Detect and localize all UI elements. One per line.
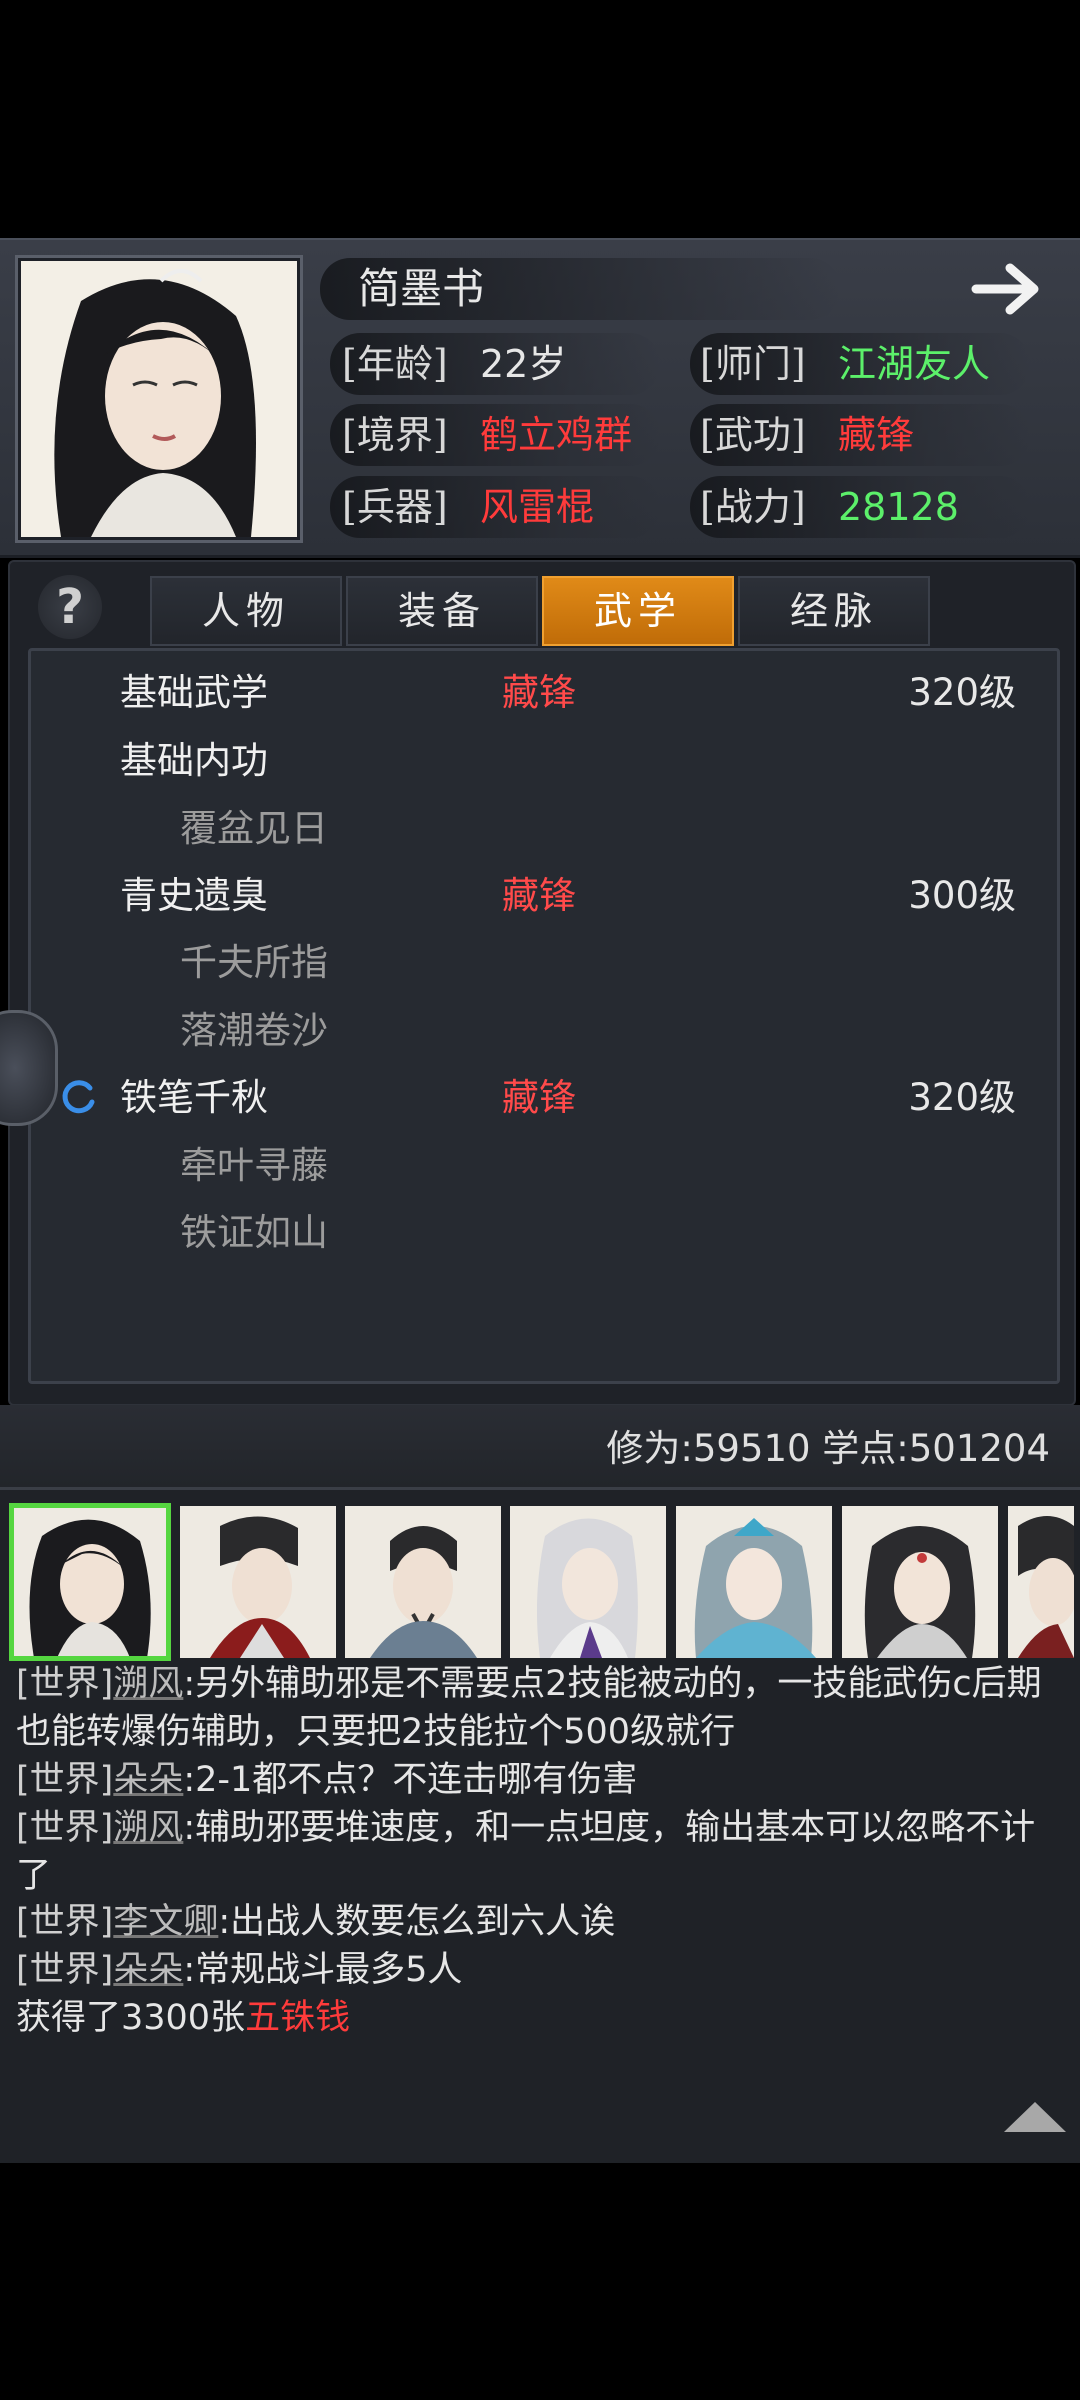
sub-skill-name[interactable]: 覆盆见日 xyxy=(180,796,328,862)
party-avatar[interactable] xyxy=(676,1506,832,1658)
character-portrait xyxy=(18,258,300,540)
sub-skill-name[interactable]: 落潮卷沙 xyxy=(180,998,328,1064)
sect-value: 江湖友人 xyxy=(838,342,991,386)
age-label: [年龄] xyxy=(342,342,448,386)
power-value: 28128 xyxy=(838,485,959,529)
collapse-chat-icon[interactable] xyxy=(1000,2096,1070,2136)
tab-meridians[interactable]: 经脉 xyxy=(738,576,930,646)
chat-message: [世界]李文卿:出战人数要怎么到六人诶 xyxy=(16,1898,1066,1946)
chat-channel: [世界] xyxy=(16,1760,114,1800)
character-name: 简墨书 xyxy=(358,264,485,313)
chat-text: :出战人数要怎么到六人诶 xyxy=(218,1902,616,1942)
chat-message: [世界]溯风:另外辅助邪是不需要点2技能被动的，一技能武伤c后期也能转爆伤辅助，… xyxy=(16,1660,1066,1756)
sub-skill-name[interactable]: 铁证如山 xyxy=(180,1200,328,1266)
party-avatar[interactable] xyxy=(1008,1506,1074,1658)
chat-message: [世界]朵朵:2-1都不点？不连击哪有伤害 xyxy=(16,1756,1066,1804)
realm-label: [境界] xyxy=(342,413,448,457)
loading-icon xyxy=(62,1080,95,1114)
skill-row-name[interactable]: 基础内功 xyxy=(120,728,268,794)
skill-row-name[interactable]: 青史遗臭 xyxy=(120,863,268,929)
chat-text: :2-1都不点？不连击哪有伤害 xyxy=(183,1760,638,1800)
power-label: [战力] xyxy=(700,485,806,529)
party-avatar[interactable] xyxy=(180,1506,336,1658)
age-value: 22岁 xyxy=(480,342,567,386)
next-character-arrow-icon[interactable] xyxy=(970,258,1046,320)
sect-label: [师门] xyxy=(700,342,806,386)
chat-channel: [世界] xyxy=(16,1664,114,1704)
skill-row-style: 藏锋 xyxy=(502,874,576,917)
cultivation-points-text: 修为:59510 学点:501204 xyxy=(606,1427,1050,1470)
skill-row-name[interactable]: 铁笔千秋 xyxy=(120,1065,268,1131)
chat-message: [世界]朵朵:常规战斗最多5人 xyxy=(16,1946,1066,1994)
reward-item[interactable]: 五铢钱 xyxy=(245,1998,350,2038)
realm-value: 鹤立鸡群 xyxy=(480,413,633,457)
tab-character[interactable]: 人物 xyxy=(150,576,342,646)
sub-skill-name[interactable]: 千夫所指 xyxy=(180,930,328,996)
chat-channel: [世界] xyxy=(16,1808,114,1848)
skill-row-style: 藏锋 xyxy=(502,671,576,714)
side-drawer-handle[interactable] xyxy=(0,1010,58,1126)
system-reward-message: 获得了3300张五铢钱 xyxy=(16,1994,1066,2042)
chat-username[interactable]: 李文卿 xyxy=(113,1902,218,1942)
chat-text: :常规战斗最多5人 xyxy=(183,1950,463,1990)
chat-message: [世界]溯风:辅助邪要堆速度，和一点坦度，输出基本可以忽略不计了 xyxy=(16,1804,1066,1900)
weapon-value: 风雷棍 xyxy=(480,485,595,529)
party-avatar[interactable] xyxy=(345,1506,501,1658)
skill-row-name[interactable]: 基础武学 xyxy=(120,660,268,726)
weapon-label: [兵器] xyxy=(342,485,448,529)
chat-username[interactable]: 溯风 xyxy=(113,1664,183,1704)
chat-channel: [世界] xyxy=(16,1902,114,1942)
martial-label: [武功] xyxy=(700,413,806,457)
tab-equipment[interactable]: 装备 xyxy=(346,576,538,646)
help-button[interactable]: ? xyxy=(38,575,102,639)
tab-martial-arts[interactable]: 武学 xyxy=(542,576,734,646)
chat-channel: [世界] xyxy=(16,1950,114,1990)
skill-row-level: 300级 xyxy=(908,874,1016,917)
party-avatar[interactable] xyxy=(510,1506,666,1658)
party-avatar[interactable] xyxy=(9,1503,171,1661)
chat-username[interactable]: 溯风 xyxy=(113,1808,183,1848)
chat-username[interactable]: 朵朵 xyxy=(113,1760,183,1800)
chat-username[interactable]: 朵朵 xyxy=(113,1950,183,1990)
reward-prefix: 获得了3300张 xyxy=(16,1998,246,2038)
skill-row-style: 藏锋 xyxy=(502,1076,576,1119)
sub-skill-name[interactable]: 牵叶寻藤 xyxy=(180,1133,328,1199)
martial-value: 藏锋 xyxy=(838,413,915,457)
skill-row-level: 320级 xyxy=(908,671,1016,714)
party-avatar[interactable] xyxy=(842,1506,998,1658)
skill-row-level: 320级 xyxy=(908,1076,1016,1119)
